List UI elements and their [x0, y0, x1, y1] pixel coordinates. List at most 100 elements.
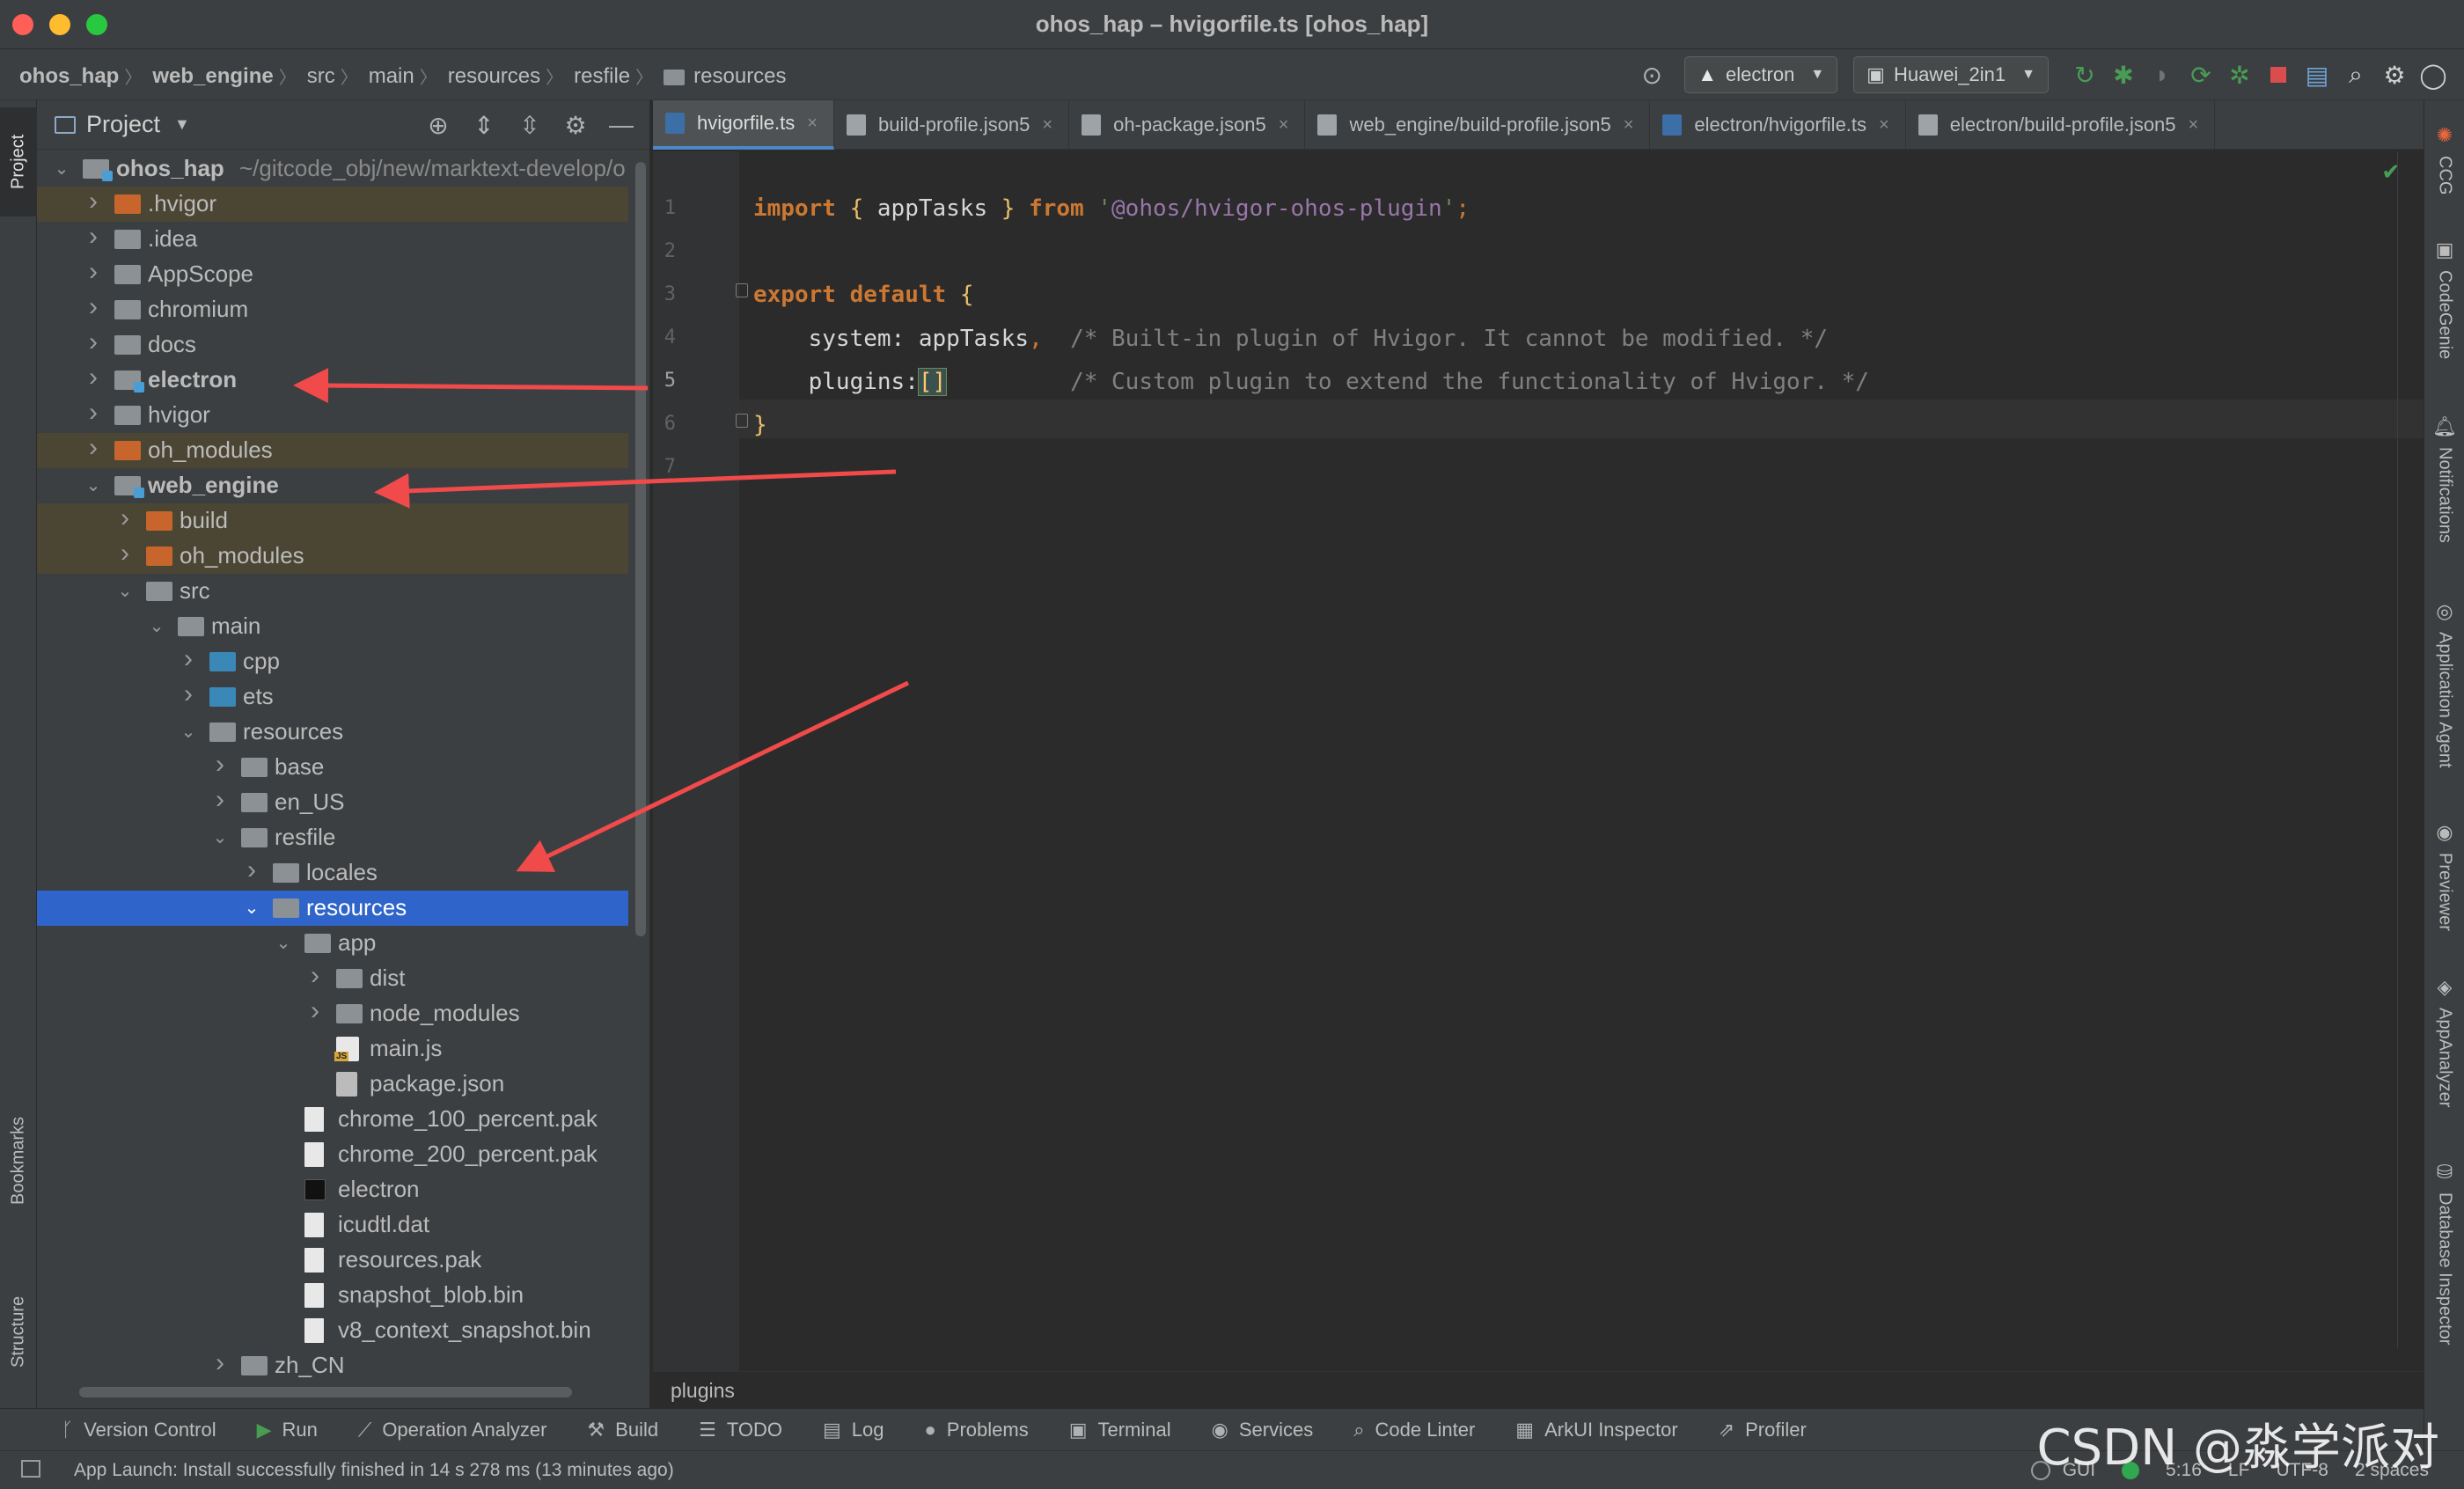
- options-gear-icon[interactable]: ⚙: [553, 107, 598, 143]
- debug-icon[interactable]: ✱: [2105, 56, 2142, 93]
- tab-previewer[interactable]: ◉ Previewer: [2424, 810, 2464, 942]
- project-panel-title[interactable]: Project: [86, 111, 160, 138]
- tool-window-button[interactable]: ▶ Run: [257, 1419, 318, 1441]
- chevron-right-icon[interactable]: ›: [180, 644, 197, 674]
- chevron-right-icon[interactable]: ›: [116, 539, 134, 568]
- tree-item[interactable]: ⌄ src: [37, 574, 628, 609]
- horizontal-scrollbar[interactable]: [79, 1387, 572, 1397]
- status-message[interactable]: App Launch: Install successfully finishe…: [74, 1460, 674, 1481]
- tree-item[interactable]: › .idea: [37, 222, 628, 257]
- tree-item[interactable]: ⌄ app: [37, 926, 628, 961]
- chevron-right-icon[interactable]: ›: [84, 292, 102, 322]
- tab-database-inspector[interactable]: ⛁ Database Inspector: [2424, 1148, 2464, 1359]
- tree-item[interactable]: › cpp: [37, 644, 628, 679]
- stop-icon[interactable]: [2260, 56, 2297, 93]
- tree-item[interactable]: ⌄ resources: [37, 891, 628, 926]
- chevron-right-icon[interactable]: ›: [84, 433, 102, 463]
- tree-item[interactable]: ⌄ resfile: [37, 820, 628, 855]
- tab-bookmarks[interactable]: Bookmarks: [0, 1104, 37, 1218]
- editor-tab[interactable]: electron/hvigorfile.ts ×: [1650, 100, 1906, 150]
- tab-project[interactable]: Project: [0, 107, 37, 216]
- tree-item[interactable]: resources.pak: [37, 1243, 628, 1278]
- tab-codegenie[interactable]: ▣ CodeGenie: [2424, 229, 2464, 370]
- tree-item[interactable]: ⌄ main: [37, 609, 628, 644]
- chevron-right-icon[interactable]: ›: [306, 996, 324, 1026]
- tree-item[interactable]: › dist: [37, 961, 628, 996]
- chevron-right-icon[interactable]: ›: [84, 187, 102, 216]
- tab-application-agent[interactable]: ◎ Application Agent: [2424, 583, 2464, 785]
- locate-file-icon[interactable]: ⊕: [415, 107, 461, 143]
- breadcrumb-item[interactable]: resources: [448, 64, 540, 89]
- tab-ccg[interactable]: ✺ CCG: [2424, 111, 2464, 208]
- tree-item[interactable]: › oh_modules: [37, 433, 628, 468]
- chevron-right-icon[interactable]: ›: [84, 363, 102, 392]
- chevron-right-icon[interactable]: ›: [84, 398, 102, 428]
- chevron-down-icon[interactable]: ⌄: [243, 897, 260, 919]
- code-line-3[interactable]: export default {: [753, 282, 973, 308]
- tab-notifications[interactable]: 🔔︎ Notifications: [2424, 400, 2464, 558]
- breadcrumb-item[interactable]: main: [369, 64, 414, 89]
- tree-item[interactable]: › ets: [37, 679, 628, 715]
- tool-window-button[interactable]: ⟋ Operation Analyzer: [358, 1419, 547, 1441]
- attach-debugger-icon[interactable]: ◗: [2144, 56, 2181, 93]
- tree-item[interactable]: › en_US: [37, 785, 628, 820]
- apply-changes-icon[interactable]: ⟳: [2182, 56, 2219, 93]
- breadcrumb-item[interactable]: resfile: [574, 64, 630, 89]
- editor-tab[interactable]: hvigorfile.ts ×: [653, 100, 834, 150]
- editor-tab[interactable]: web_engine/build-profile.json5 ×: [1305, 100, 1651, 150]
- chevron-right-icon[interactable]: ›: [211, 785, 229, 815]
- code-line-6[interactable]: }: [753, 412, 767, 438]
- tree-item[interactable]: chrome_200_percent.pak: [37, 1137, 628, 1172]
- close-tab-icon[interactable]: ×: [1042, 115, 1052, 136]
- chevron-right-icon[interactable]: ›: [116, 503, 134, 533]
- gear-icon[interactable]: ⚙: [2376, 56, 2413, 93]
- tree-item[interactable]: › node_modules: [37, 996, 628, 1031]
- tree-item[interactable]: › hvigor: [37, 398, 628, 433]
- search-icon[interactable]: ⌕: [2337, 56, 2374, 93]
- breadcrumb-item[interactable]: web_engine: [152, 64, 273, 89]
- chevron-right-icon[interactable]: ›: [306, 961, 324, 991]
- fold-marker-icon[interactable]: [736, 414, 748, 428]
- tree-item[interactable]: › AppScope: [37, 257, 628, 292]
- tree-item[interactable]: v8_context_snapshot.bin: [37, 1313, 628, 1348]
- tree-item[interactable]: › docs: [37, 327, 628, 363]
- chevron-down-icon[interactable]: ⌄: [53, 158, 70, 180]
- breadcrumb-item[interactable]: ohos_hap: [19, 64, 119, 89]
- tree-item[interactable]: package.json: [37, 1067, 628, 1102]
- code-line-1[interactable]: import { appTasks } from '@ohos/hvigor-o…: [753, 195, 1470, 222]
- expand-all-icon[interactable]: ⇕: [461, 107, 507, 143]
- chevron-down-icon[interactable]: ⌄: [275, 932, 292, 954]
- editor-tab[interactable]: electron/build-profile.json5 ×: [1906, 100, 2216, 150]
- tool-window-button[interactable]: ☰ TODO: [699, 1419, 782, 1441]
- close-tab-icon[interactable]: ×: [2189, 115, 2199, 136]
- tree-item[interactable]: › electron: [37, 363, 628, 398]
- editor-tab[interactable]: oh-package.json5 ×: [1069, 100, 1306, 150]
- tree-item[interactable]: ⌄ web_engine: [37, 468, 628, 503]
- device-manager-icon[interactable]: ▤: [2299, 56, 2336, 93]
- editor-breadcrumb[interactable]: plugins: [653, 1371, 2424, 1408]
- tree-item[interactable]: › .hvigor: [37, 187, 628, 222]
- chevron-right-icon[interactable]: ›: [84, 222, 102, 252]
- chevron-down-icon[interactable]: ⌄: [211, 826, 229, 848]
- close-tab-icon[interactable]: ×: [1624, 115, 1634, 136]
- run-config-select[interactable]: ▲ electron ▼: [1684, 56, 1838, 93]
- layout-icon[interactable]: [21, 1460, 40, 1478]
- tree-item[interactable]: › base: [37, 750, 628, 785]
- tool-window-button[interactable]: ⇗ Profiler: [1719, 1419, 1807, 1441]
- tree-item[interactable]: electron: [37, 1172, 628, 1207]
- tree-item[interactable]: › locales: [37, 855, 628, 891]
- vertical-scrollbar[interactable]: [635, 162, 646, 936]
- close-tab-icon[interactable]: ×: [1279, 115, 1289, 136]
- tree-item[interactable]: ⌄ resources: [37, 715, 628, 750]
- tree-item[interactable]: main.js: [37, 1031, 628, 1067]
- hide-panel-icon[interactable]: —: [598, 107, 644, 143]
- code-line-5[interactable]: plugins:[] /* Custom plugin to extend th…: [753, 368, 1869, 396]
- fold-marker-icon[interactable]: [736, 283, 748, 297]
- tool-window-button[interactable]: ● Problems: [924, 1419, 1028, 1441]
- tool-window-button[interactable]: ⚒ Build: [587, 1419, 658, 1441]
- tab-appanalyzer[interactable]: ◈ AppAnalyzer: [2424, 963, 2464, 1121]
- tree-item[interactable]: snapshot_blob.bin: [37, 1278, 628, 1313]
- device-select[interactable]: ▣ Huawei_2in1 ▼: [1853, 56, 2049, 93]
- chevron-right-icon[interactable]: ›: [84, 327, 102, 357]
- tool-window-button[interactable]: ▤ Log: [823, 1419, 884, 1441]
